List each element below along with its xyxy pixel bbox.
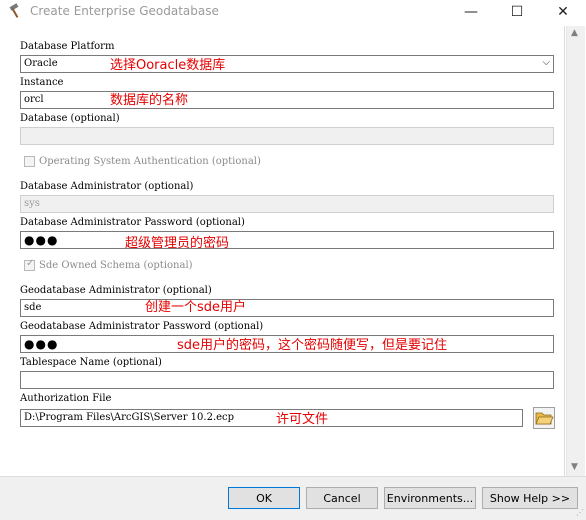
annotation-gdb-admin: 创建一个sde用户 bbox=[145, 300, 247, 315]
database-platform-label: Database Platform bbox=[20, 41, 115, 52]
tablespace-label: Tablespace Name (optional) bbox=[20, 357, 162, 368]
scroll-down-icon[interactable]: ▼ bbox=[571, 462, 578, 472]
auth-file-label: Authorization File bbox=[20, 393, 112, 404]
db-admin-label: Database Administrator (optional) bbox=[20, 181, 194, 192]
database-platform-value: Oracle bbox=[24, 58, 58, 69]
cancel-button[interactable]: Cancel bbox=[306, 487, 378, 509]
annotation-instance: 数据库的名称 bbox=[110, 93, 189, 108]
tablespace-input[interactable] bbox=[20, 371, 554, 389]
annotation-platform: 选择Ooracle数据库 bbox=[110, 58, 226, 73]
check-icon: ✓ bbox=[26, 258, 35, 269]
gdb-admin-input[interactable]: sde bbox=[20, 299, 554, 317]
title-bar: Create Enterprise Geodatabase — ☐ ✕ bbox=[0, 0, 586, 24]
gdb-admin-password-label: Geodatabase Administrator Password (opti… bbox=[20, 321, 264, 332]
browse-button[interactable] bbox=[533, 407, 555, 429]
instance-label: Instance bbox=[20, 77, 64, 88]
database-input[interactable] bbox=[20, 127, 554, 145]
os-auth-checkbox[interactable] bbox=[24, 156, 35, 167]
gdb-admin-label: Geodatabase Administrator (optional) bbox=[20, 285, 212, 296]
scroll-up-icon[interactable]: ▲ bbox=[571, 28, 578, 38]
os-auth-label: Operating System Authentication (optiona… bbox=[39, 156, 261, 167]
show-help-button[interactable]: Show Help >> bbox=[482, 487, 578, 509]
environments-button[interactable]: Environments... bbox=[384, 487, 476, 509]
os-auth-checkbox-row[interactable]: Operating System Authentication (optiona… bbox=[24, 156, 261, 167]
database-platform-select[interactable]: Oracle ⌵ bbox=[20, 55, 554, 73]
instance-input[interactable]: orcl bbox=[20, 91, 554, 109]
hammer-icon bbox=[9, 3, 19, 18]
gdb-admin-value: sde bbox=[24, 302, 42, 313]
minimize-button[interactable]: — bbox=[448, 0, 494, 24]
folder-open-icon bbox=[535, 412, 554, 425]
window-title: Create Enterprise Geodatabase bbox=[30, 4, 219, 18]
vertical-scrollbar[interactable]: ▲ ▼ bbox=[566, 26, 585, 476]
annotation-auth-file: 许可文件 bbox=[276, 412, 329, 427]
close-button[interactable]: ✕ bbox=[540, 0, 586, 24]
instance-value: orcl bbox=[24, 94, 44, 105]
annotation-db-admin-password: 超级管理员的密码 bbox=[125, 236, 230, 251]
sde-schema-label: Sde Owned Schema (optional) bbox=[39, 260, 193, 271]
sde-schema-checkbox-row[interactable]: ✓ Sde Owned Schema (optional) bbox=[24, 258, 193, 271]
maximize-button[interactable]: ☐ bbox=[494, 0, 540, 24]
chevron-down-icon[interactable]: ⌵ bbox=[542, 57, 550, 68]
db-admin-password-mask: ●●● bbox=[24, 233, 59, 247]
sde-schema-checkbox[interactable]: ✓ bbox=[24, 258, 35, 271]
gdb-admin-password-mask: ●●● bbox=[24, 337, 59, 351]
db-admin-value: sys bbox=[24, 198, 40, 209]
auth-file-input[interactable]: D:\Program Files\ArcGIS\Server 10.2.ecp bbox=[20, 409, 523, 427]
database-label: Database (optional) bbox=[20, 113, 120, 124]
annotation-gdb-admin-password: sde用户的密码，这个密码随便写，但是要记住 bbox=[177, 338, 448, 353]
auth-file-value: D:\Program Files\ArcGIS\Server 10.2.ecp bbox=[24, 412, 235, 423]
resize-grip-icon[interactable]: ⋰ bbox=[576, 508, 584, 517]
db-admin-password-label: Database Administrator Password (optiona… bbox=[20, 217, 245, 228]
db-admin-input[interactable]: sys bbox=[20, 195, 554, 213]
ok-button[interactable]: OK bbox=[228, 487, 300, 509]
db-admin-password-input[interactable]: ●●● bbox=[20, 231, 554, 249]
